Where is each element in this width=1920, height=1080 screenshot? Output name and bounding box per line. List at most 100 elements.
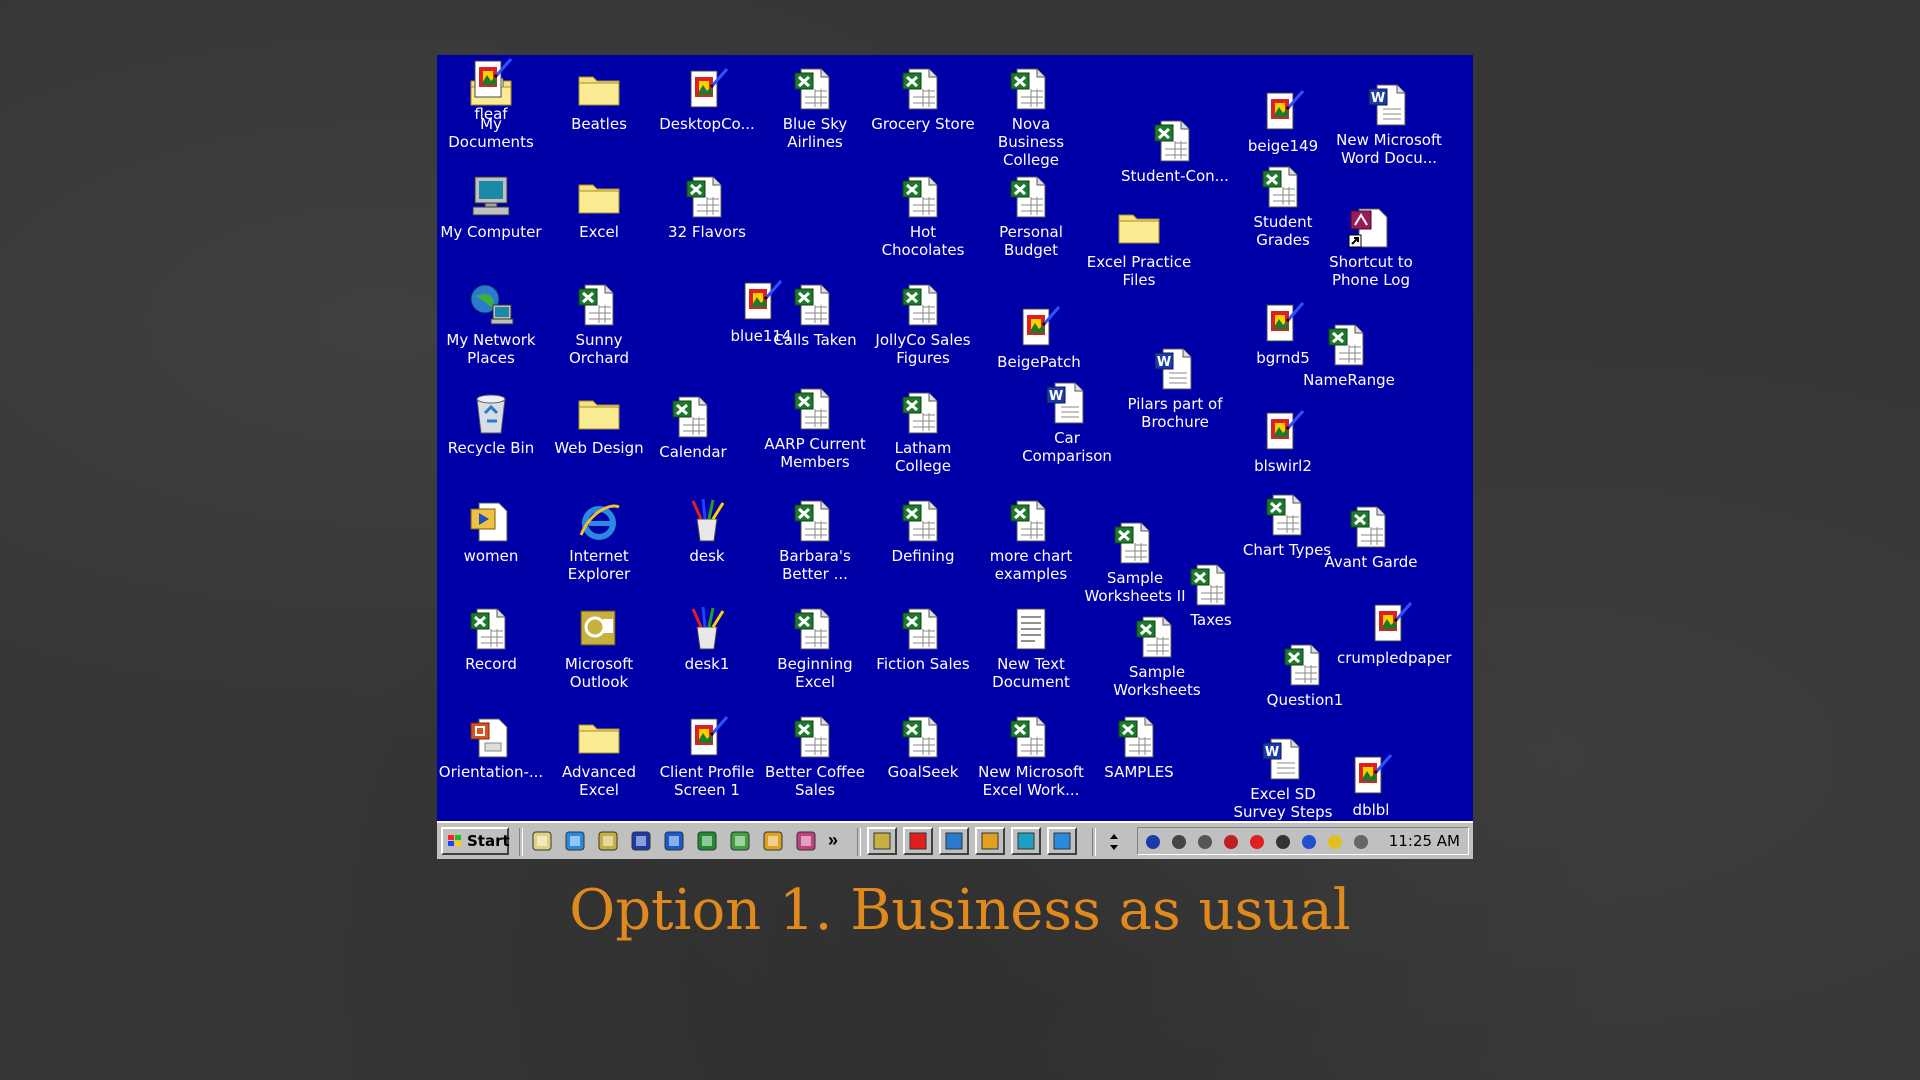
- smiley-icon[interactable]: [1326, 833, 1346, 851]
- outlook-icon[interactable]: [597, 830, 621, 852]
- desktop-icon[interactable]: Calls Taken: [761, 281, 869, 349]
- my-computer-icon: [467, 173, 515, 221]
- desktop-icon[interactable]: Sunny Orchard: [545, 281, 653, 367]
- desktop-icon[interactable]: dblbl: [1317, 751, 1425, 819]
- svg-text:W: W: [1371, 91, 1385, 106]
- desktop-icon[interactable]: desk: [653, 497, 761, 565]
- desktop-icon[interactable]: NameRange: [1295, 321, 1403, 389]
- desktop-icon[interactable]: Personal Budget: [977, 173, 1085, 259]
- desktop-icon[interactable]: Shortcut to Phone Log: [1317, 203, 1425, 289]
- desktop-icon[interactable]: blswirl2: [1229, 407, 1337, 475]
- desktop-icon[interactable]: My Network Places: [437, 281, 545, 367]
- desktop-icon[interactable]: women: [437, 497, 545, 565]
- pencil-task-icon[interactable]: [975, 827, 1005, 855]
- desktop-icon[interactable]: New Text Document: [977, 605, 1085, 691]
- visio-icon[interactable]: [663, 830, 687, 852]
- desktop-icon[interactable]: Calendar: [639, 393, 747, 461]
- display-icon[interactable]: [1222, 833, 1242, 851]
- desktop-icon[interactable]: Fiction Sales: [869, 605, 977, 673]
- desktop-icon[interactable]: Client Profile Screen 1: [653, 713, 761, 799]
- desktop-icon[interactable]: desk1: [653, 605, 761, 673]
- outlook-task-icon[interactable]: [867, 827, 897, 855]
- desktop-icon-label: desk1: [684, 655, 730, 673]
- excel-file-icon: [1111, 519, 1159, 567]
- desktop-icon[interactable]: AARP Current Members: [761, 385, 869, 471]
- volume-icon[interactable]: [1196, 833, 1216, 851]
- desktop-icon-label: Shortcut to Phone Log: [1329, 253, 1413, 289]
- pencil-cup-icon: [683, 605, 731, 653]
- desktop-icon[interactable]: Advanced Excel: [545, 713, 653, 799]
- desktop-icon[interactable]: Question1: [1251, 641, 1359, 709]
- desktop-icon[interactable]: Better Coffee Sales: [761, 713, 869, 799]
- desktop-icon[interactable]: Excel Practice Files: [1085, 203, 1193, 289]
- show-desktop-icon[interactable]: [531, 830, 555, 852]
- word-icon[interactable]: [630, 830, 654, 852]
- desktop-icon[interactable]: Hot Chocolates: [869, 173, 977, 259]
- desktop-icon[interactable]: 32 Flavors: [653, 173, 761, 241]
- excel-file-icon: [669, 393, 717, 441]
- desktop-icon[interactable]: Grocery Store: [869, 65, 977, 133]
- desktop-icon[interactable]: Avant Garde: [1317, 503, 1425, 571]
- excel-file-icon: [791, 497, 839, 545]
- desktop-icon[interactable]: Blue Sky Airlines: [761, 65, 869, 151]
- internet-explorer-icon[interactable]: [564, 830, 588, 852]
- recycle-task-icon[interactable]: [939, 827, 969, 855]
- desktop-icon-label: dblbl: [1352, 801, 1390, 819]
- desktop-icon[interactable]: Sample Worksheets: [1103, 613, 1211, 699]
- desktop-icon-label: Advanced Excel: [561, 763, 637, 799]
- desktop-icon[interactable]: W New Microsoft Word Docu...: [1335, 81, 1443, 167]
- excel-file-icon: [899, 713, 947, 761]
- more-chevron-icon[interactable]: »: [828, 830, 852, 852]
- link-icon[interactable]: [1248, 833, 1268, 851]
- desktop-icon[interactable]: Excel: [545, 173, 653, 241]
- desktop-icon[interactable]: Recycle Bin: [437, 389, 545, 457]
- starburst-icon[interactable]: [795, 830, 819, 852]
- desktop-icon[interactable]: fleaf: [437, 55, 545, 123]
- desktop-icon[interactable]: Defining: [869, 497, 977, 565]
- desktop-icon[interactable]: Record: [437, 605, 545, 673]
- desktop-icon[interactable]: JollyCo Sales Figures: [869, 281, 977, 367]
- desktop-icon[interactable]: Latham College: [869, 389, 977, 475]
- desktop-icon[interactable]: My Computer: [437, 173, 545, 241]
- paint-icon[interactable]: [729, 830, 753, 852]
- desktop-icon[interactable]: W Car Comparison: [1013, 379, 1121, 465]
- desktop-icon[interactable]: more chart examples: [977, 497, 1085, 583]
- desktop-icon[interactable]: GoalSeek: [869, 713, 977, 781]
- pencil-icon[interactable]: [762, 830, 786, 852]
- folder-icon: [575, 173, 623, 221]
- desktop-icon[interactable]: New Microsoft Excel Work...: [977, 713, 1085, 799]
- slide-caption: Option 1. Business as usual: [569, 878, 1351, 943]
- desktop-icon[interactable]: SAMPLES: [1085, 713, 1193, 781]
- mail-icon[interactable]: [1352, 833, 1372, 851]
- paint-task-icon[interactable]: [903, 827, 933, 855]
- desktop-icon-label: Client Profile Screen 1: [659, 763, 755, 799]
- desktop-icon[interactable]: BeigePatch: [985, 303, 1093, 371]
- desktop[interactable]: My Documents Beatles DesktopCo... Blue S…: [437, 55, 1473, 821]
- desktop-icon[interactable]: Beatles: [545, 65, 653, 133]
- desktop-icon[interactable]: beige149: [1229, 87, 1337, 155]
- desktop-icon[interactable]: W Pilars part of Brochure: [1121, 345, 1229, 431]
- desktop-icon-label: Web Design: [554, 439, 644, 457]
- desktop-icon[interactable]: Internet Explorer: [545, 497, 653, 583]
- network-task-icon[interactable]: [1011, 827, 1041, 855]
- desktop-icon-label: Avant Garde: [1324, 553, 1418, 571]
- desktop-icon[interactable]: Web Design: [545, 389, 653, 457]
- clock[interactable]: 11:25 AM: [1389, 832, 1460, 850]
- desktop-icon[interactable]: Barbara's Better ...: [761, 497, 869, 583]
- desktop-icon[interactable]: Student-Con...: [1121, 117, 1229, 185]
- desktop-icon[interactable]: Microsoft Outlook: [545, 605, 653, 691]
- antivirus-icon[interactable]: [1144, 833, 1164, 851]
- explorer-task-icon[interactable]: [1047, 827, 1077, 855]
- cables-icon[interactable]: [1274, 833, 1294, 851]
- msn-icon[interactable]: [696, 830, 720, 852]
- taskbar-scroll-arrows-icon[interactable]: [1107, 830, 1131, 852]
- eye-icon[interactable]: [1300, 833, 1320, 851]
- start-button[interactable]: Start: [441, 827, 510, 855]
- desktop-icon[interactable]: Nova Business College: [977, 65, 1085, 169]
- excel-file-icon: [899, 497, 947, 545]
- magnifier-icon[interactable]: [1170, 833, 1190, 851]
- desktop-icon[interactable]: DesktopCo...: [653, 65, 761, 133]
- desktop-icon[interactable]: Beginning Excel: [761, 605, 869, 691]
- desktop-icon[interactable]: Orientation-...: [437, 713, 545, 781]
- taskbar-separator: [519, 828, 523, 856]
